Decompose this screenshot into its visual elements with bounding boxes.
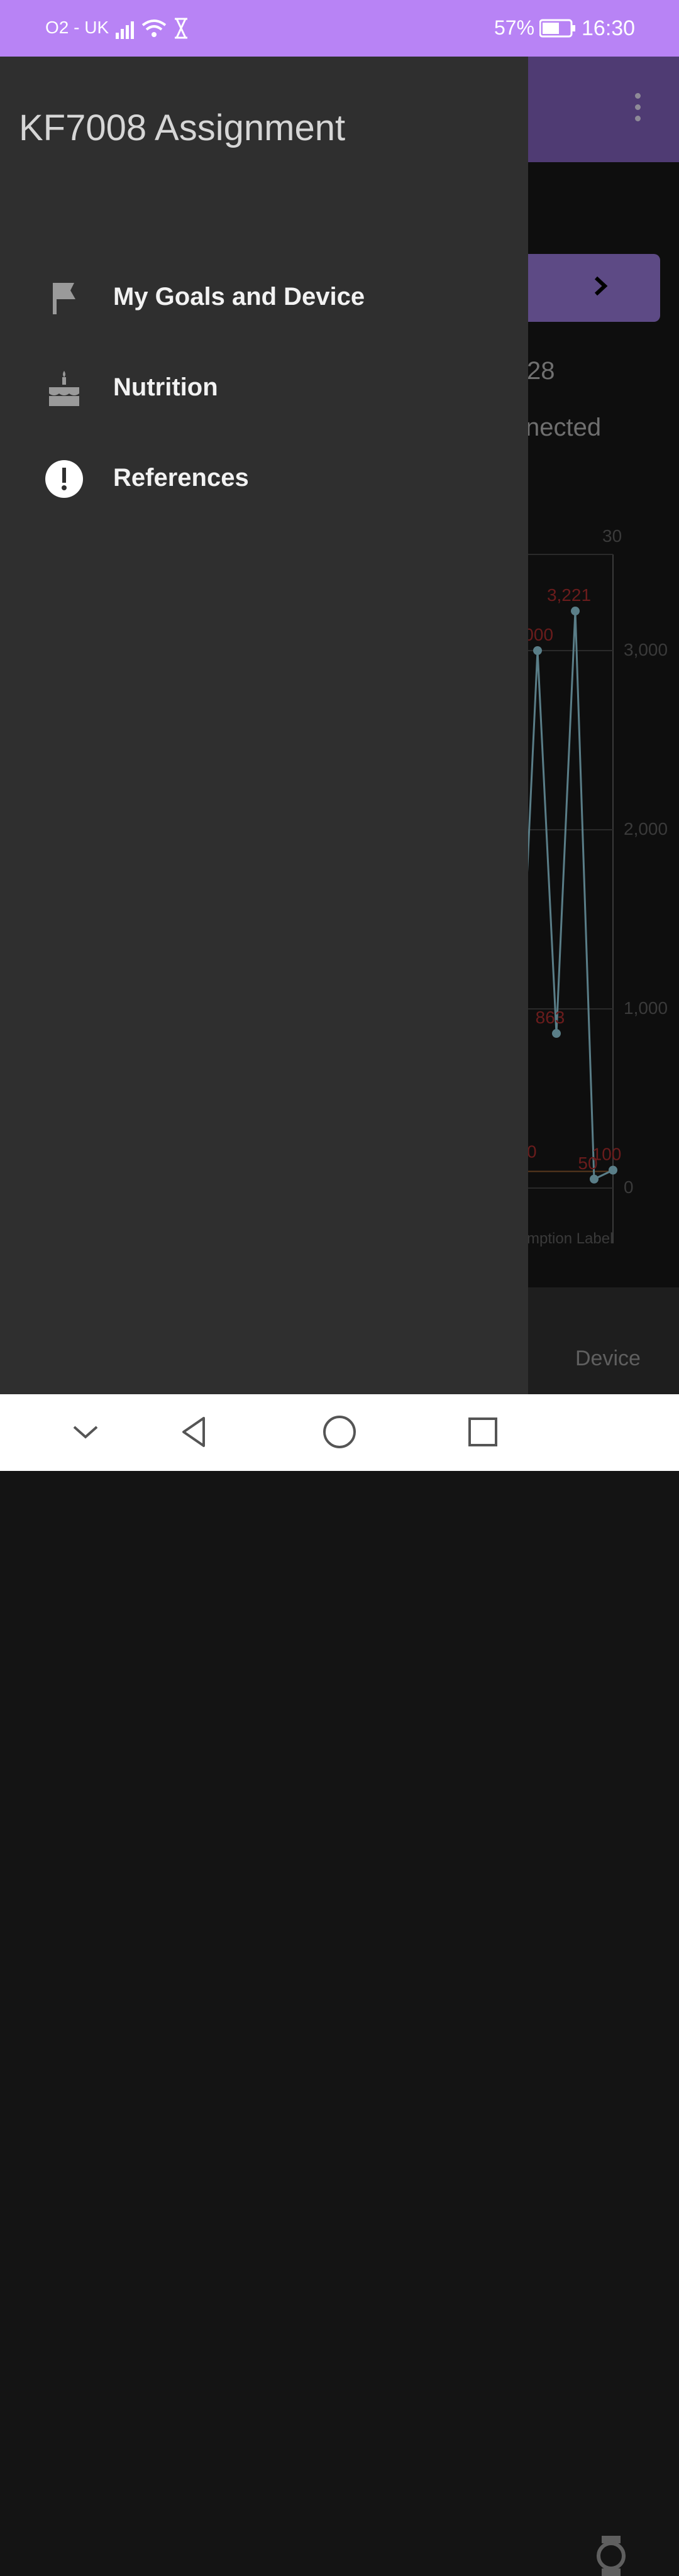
- overflow-menu-icon[interactable]: [631, 93, 644, 127]
- wifi-icon: [141, 19, 167, 37]
- status-bar: O2 - UK 57% 16:30: [0, 0, 679, 57]
- drawer-title: KF7008 Assignment: [19, 107, 346, 148]
- data-point: [552, 1029, 561, 1038]
- clock: 16:30: [582, 16, 636, 40]
- signal-icon: [116, 21, 134, 39]
- collapse-icon[interactable]: [65, 1412, 106, 1452]
- x-axis-label: mption Label: [527, 1230, 613, 1247]
- background-text-a: 28: [527, 357, 555, 385]
- data-point: [609, 1165, 617, 1175]
- cake-icon: [49, 371, 79, 406]
- series-line: [524, 610, 614, 1181]
- drawer-item-my-goals[interactable]: My Goals and Device: [0, 259, 528, 334]
- data-point: [571, 607, 580, 616]
- back-icon[interactable]: [175, 1412, 215, 1452]
- hourglass-icon: [175, 18, 187, 39]
- drawer-item-references[interactable]: References: [0, 440, 528, 515]
- flag-icon: [53, 283, 75, 314]
- data-label: 0: [527, 1142, 537, 1162]
- watch-icon[interactable]: [594, 2536, 628, 2576]
- drawer-item-label: My Goals and Device: [113, 283, 365, 311]
- next-button[interactable]: [516, 254, 660, 322]
- data-label: 3,221: [547, 585, 591, 605]
- bottom-nav-device-label[interactable]: Device: [575, 1346, 641, 1371]
- y-tick-label: 3,000: [624, 640, 668, 659]
- background-text-b: nected: [526, 414, 602, 441]
- carrier-label: O2 - UK: [45, 18, 109, 37]
- y-tick-label: 0: [624, 1177, 634, 1197]
- drawer-item-label: References: [113, 464, 249, 492]
- battery-percent: 57%: [494, 16, 535, 39]
- y-tick-label: 30: [602, 526, 622, 546]
- drawer-item-nutrition[interactable]: Nutrition: [0, 350, 528, 425]
- battery-icon: [539, 19, 575, 38]
- y-tick-label: 2,000: [624, 819, 668, 839]
- home-icon[interactable]: [319, 1412, 360, 1452]
- alert-circle-icon: [45, 460, 83, 498]
- data-point: [533, 646, 542, 655]
- data-point: [590, 1174, 599, 1184]
- data-label: 863: [536, 1008, 565, 1027]
- system-navigation-bar: [0, 1394, 679, 1471]
- drawer-item-label: Nutrition: [113, 373, 218, 401]
- recents-icon[interactable]: [463, 1412, 503, 1452]
- chevron-right-icon: [594, 276, 608, 296]
- y-tick-label: 1,000: [624, 998, 668, 1018]
- data-label: 100: [592, 1145, 622, 1164]
- navigation-drawer: KF7008 Assignment My Goals and Device Nu…: [0, 57, 528, 1394]
